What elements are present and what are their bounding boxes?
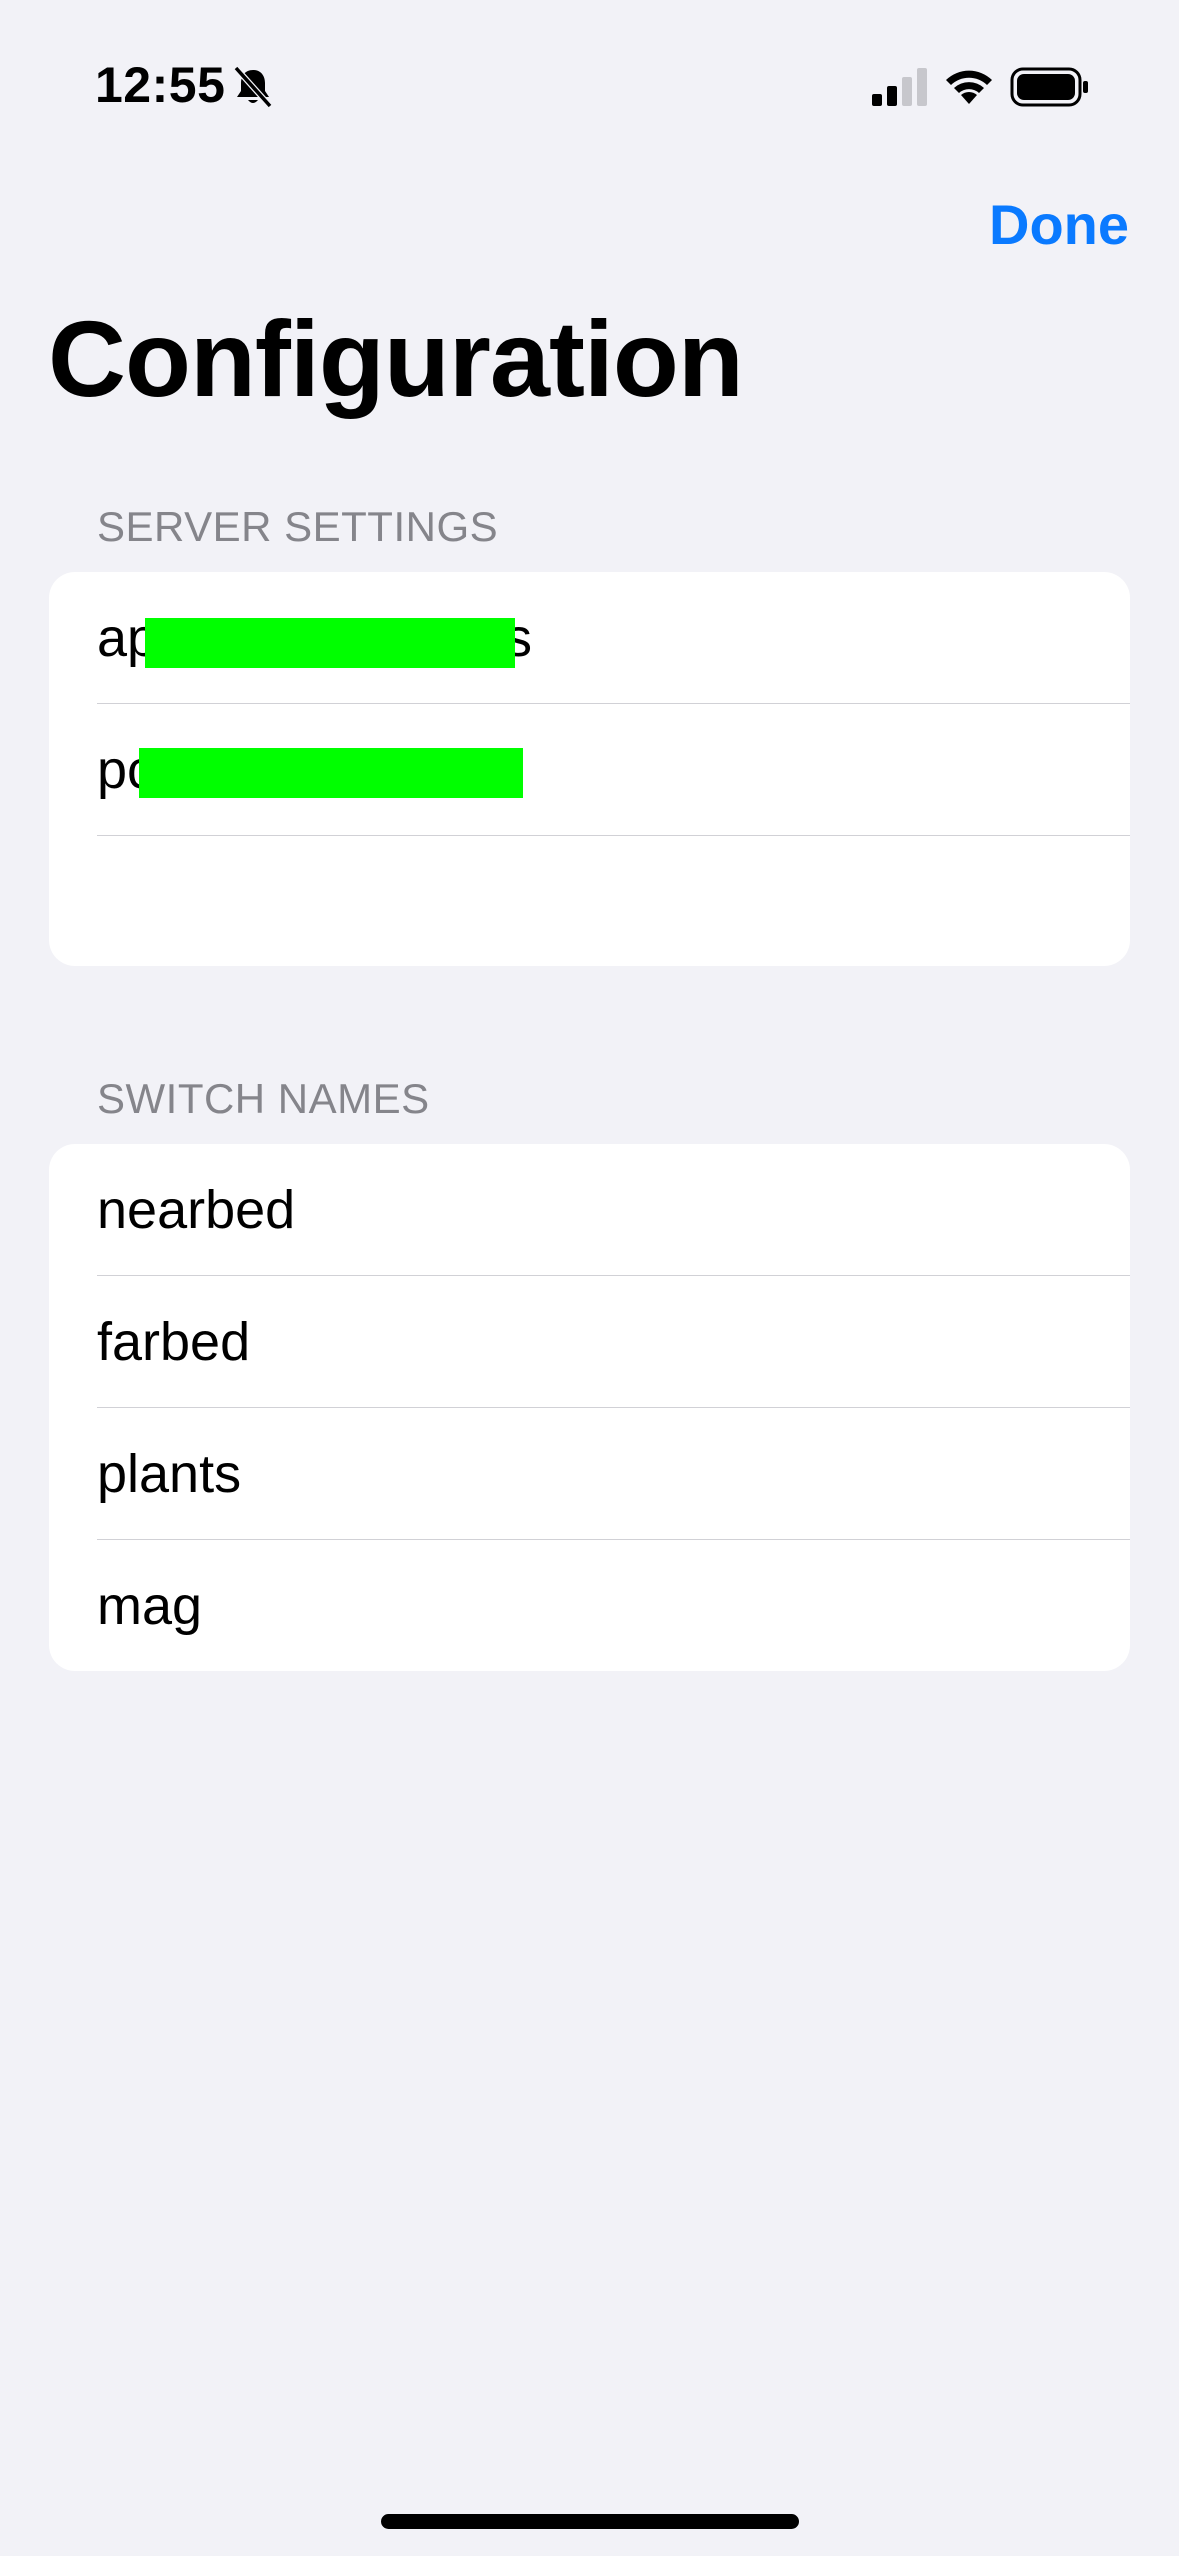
switch-names-card: nearbed farbed plants mag xyxy=(49,1144,1130,1671)
switch-name-row[interactable]: farbed xyxy=(49,1276,1130,1408)
redaction-block xyxy=(139,748,523,798)
section-header-switch-names: SWITCH NAMES xyxy=(97,1075,430,1122)
switch-name-row[interactable]: mag xyxy=(49,1540,1130,1671)
status-time: 12:55 xyxy=(95,57,226,113)
section-header-server-settings: SERVER SETTINGS xyxy=(97,503,499,550)
switch-name-label: farbed xyxy=(97,1312,251,1372)
home-indicator[interactable] xyxy=(381,2514,799,2529)
server-setting-row-2[interactable]: pc xyxy=(49,704,1130,836)
server-settings-card: ap s pc xyxy=(49,572,1130,966)
server-setting-row-1[interactable]: ap s xyxy=(49,572,1130,704)
switch-name-label: nearbed xyxy=(97,1180,296,1240)
done-button[interactable]: Done xyxy=(989,192,1129,257)
switch-name-label: mag xyxy=(97,1575,203,1636)
switch-name-row[interactable]: plants xyxy=(49,1408,1130,1540)
switch-name-row[interactable]: nearbed xyxy=(49,1144,1130,1276)
switch-name-label: plants xyxy=(97,1444,242,1504)
status-bar: 12:55 xyxy=(0,0,1179,160)
cellular-signal-icon xyxy=(872,68,927,106)
page-title: Configuration xyxy=(48,298,744,419)
server-setting-row-3[interactable] xyxy=(49,836,1130,966)
redaction-block xyxy=(145,618,515,668)
bell-slash-icon xyxy=(233,65,273,109)
wifi-icon xyxy=(946,70,992,104)
battery-icon xyxy=(1010,67,1088,107)
